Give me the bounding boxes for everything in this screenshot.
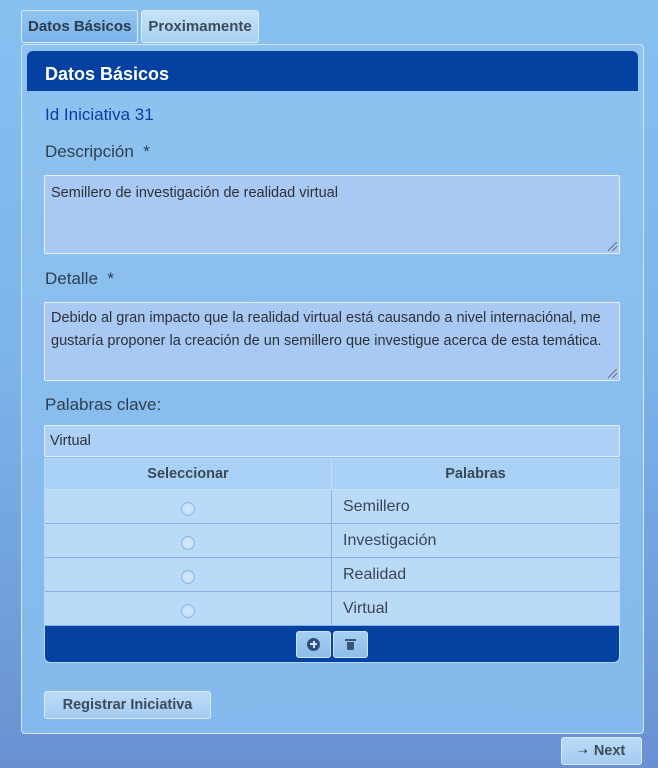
radio-button[interactable] [181, 535, 195, 550]
descripcion-textarea[interactable]: Semillero de investigación de realidad v… [44, 175, 620, 254]
arrow-right-icon: ➝ [577, 744, 588, 758]
table-row[interactable]: Semillero [45, 490, 619, 524]
tab-proximamente[interactable]: Proximamente [141, 10, 259, 43]
column-header-seleccionar[interactable]: Seleccionar [45, 459, 332, 489]
column-header-palabras[interactable]: Palabras [332, 459, 619, 489]
grid-toolbar [45, 626, 619, 662]
table-row[interactable]: Virtual [45, 592, 619, 626]
delete-row-button[interactable] [333, 630, 368, 658]
tab-datos-basicos[interactable]: Datos Básicos [21, 10, 139, 43]
tab-bar: Datos Básicos Proximamente [21, 10, 259, 43]
select-cell [45, 490, 332, 523]
table-row[interactable]: Investigación [45, 524, 619, 558]
table-row[interactable]: Realidad [45, 558, 619, 592]
required-mark: * [143, 142, 150, 161]
palabra-cell: Virtual [343, 599, 389, 617]
form-panel: Datos Básicos Id Iniciativa 31 Descripci… [21, 44, 644, 734]
detalle-value: Debido al gran impacto que la realidad v… [51, 310, 602, 349]
required-mark: * [107, 269, 114, 288]
resize-grip-icon[interactable] [608, 242, 617, 251]
palabras-clave-input[interactable]: Virtual [44, 425, 620, 457]
select-cell [45, 592, 332, 625]
select-cell [45, 524, 332, 557]
detalle-textarea[interactable]: Debido al gran impacto que la realidad v… [44, 302, 620, 381]
palabras-grid: Seleccionar Palabras Semillero Investiga… [44, 458, 620, 663]
palabra-cell: Semillero [343, 497, 410, 515]
resize-grip-icon[interactable] [608, 369, 617, 378]
iniciativa-id: Id Iniciativa 31 [45, 105, 154, 124]
panel-title: Datos Básicos [27, 51, 638, 91]
select-cell [45, 558, 332, 591]
descripcion-label: Descripción * [45, 142, 150, 161]
registrar-iniciativa-button[interactable]: Registrar Iniciativa [44, 691, 211, 719]
palabras-clave-label: Palabras clave: [45, 395, 162, 414]
palabra-cell: Realidad [343, 565, 407, 583]
add-row-button[interactable] [296, 630, 331, 658]
descripcion-value: Semillero de investigación de realidad v… [51, 185, 338, 201]
palabra-cell: Investigación [343, 531, 437, 549]
radio-button[interactable] [181, 603, 195, 618]
detalle-label: Detalle * [45, 269, 114, 288]
next-label: Next [593, 743, 626, 759]
radio-button[interactable] [181, 569, 195, 584]
radio-button[interactable] [181, 501, 195, 516]
plus-circle-icon [307, 637, 320, 651]
trash-icon [345, 638, 356, 650]
next-button[interactable]: ➝ Next [561, 737, 642, 765]
grid-header: Seleccionar Palabras [45, 459, 619, 490]
